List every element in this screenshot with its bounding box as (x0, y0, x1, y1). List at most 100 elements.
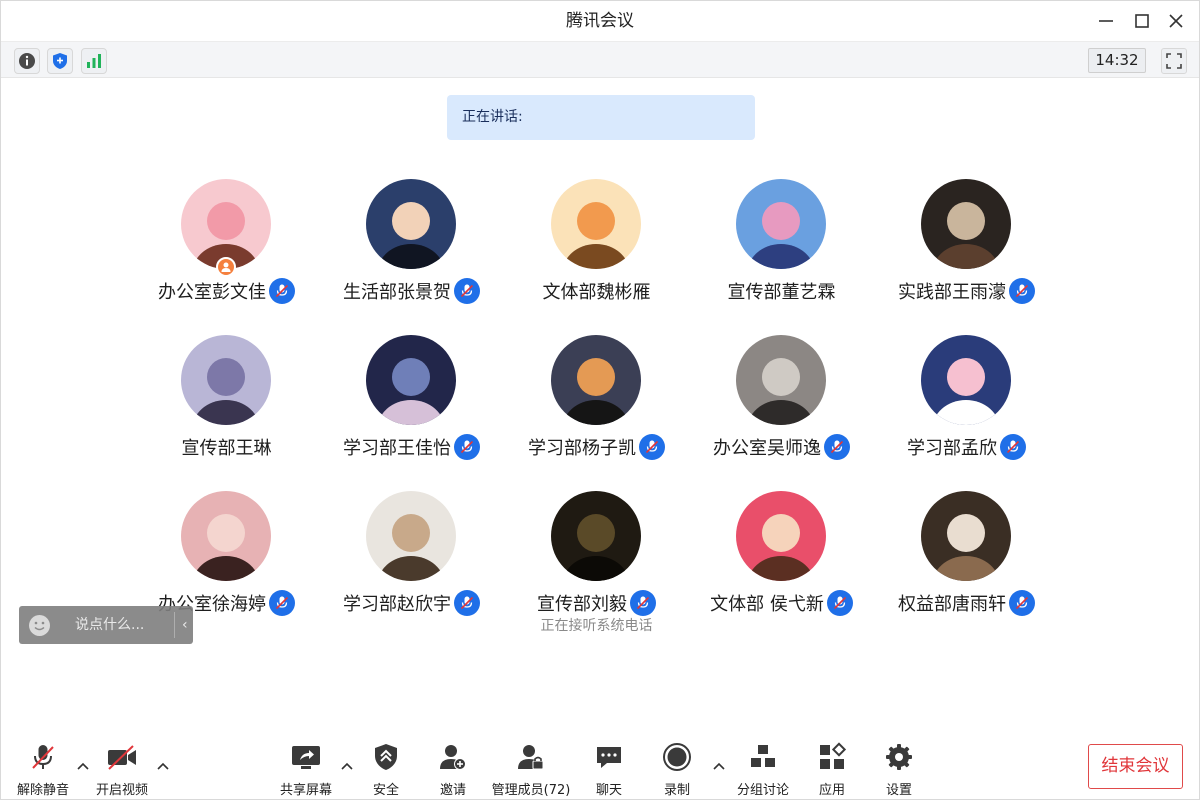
mic-muted-icon (630, 590, 656, 616)
mic-muted-icon (1000, 434, 1026, 460)
security-status-button[interactable] (47, 48, 73, 74)
participant-tile[interactable]: 办公室彭文佳 (134, 179, 319, 319)
participant-tile[interactable]: 生活部张景贺 (319, 179, 504, 319)
share-screen-icon (292, 746, 320, 769)
minimize-button[interactable] (1094, 9, 1118, 33)
avatar (366, 491, 456, 581)
record-options-chevron-icon[interactable] (712, 759, 726, 773)
avatar (921, 491, 1011, 581)
chat-placeholder: 说点什么... (75, 617, 145, 633)
breakout-rooms-icon (751, 745, 775, 767)
participant-name: 宣传部刘毅 (537, 594, 627, 615)
invite-label: 邀请 (439, 783, 466, 798)
participant-name-row: 办公室彭文佳 (134, 277, 319, 305)
mic-muted-icon (460, 440, 474, 454)
audio-options-chevron-icon[interactable] (76, 759, 90, 773)
mic-muted-icon (1015, 596, 1029, 610)
mic-muted-icon (1009, 590, 1035, 616)
participant-name: 办公室彭文佳 (158, 282, 266, 303)
meeting-info-button[interactable] (14, 48, 40, 74)
participant-tile[interactable]: 学习部王佳怡 (319, 335, 504, 475)
record-icon (663, 743, 691, 771)
chat-button[interactable]: 聊天 (584, 735, 634, 799)
participant-tile[interactable]: 办公室吴师逸 (689, 335, 874, 475)
mic-muted-icon (269, 590, 295, 616)
mic-muted-icon (645, 440, 659, 454)
signal-icon (87, 54, 101, 68)
maximize-button[interactable] (1130, 9, 1154, 33)
info-bar: 14:32 (1, 41, 1199, 78)
mic-muted-icon (824, 434, 850, 460)
participant-name: 办公室吴师逸 (713, 438, 821, 459)
participant-name-row: 办公室吴师逸 (689, 433, 874, 461)
manage-members-label: 管理成员(72) (491, 783, 571, 798)
participant-tile[interactable]: 文体部 侯弋新 (689, 491, 874, 631)
participant-name-row: 学习部杨子凯 (504, 433, 689, 461)
window-title: 腾讯会议 (566, 11, 634, 31)
meeting-clock: 14:32 (1088, 48, 1146, 73)
avatar (366, 335, 456, 425)
mic-muted-icon (826, 590, 853, 616)
mic-muted-icon (269, 278, 295, 304)
settings-button[interactable]: 设置 (874, 735, 924, 799)
maximize-icon (1135, 14, 1149, 28)
network-status-button[interactable] (81, 48, 107, 74)
invite-button[interactable]: 邀请 (428, 735, 478, 799)
start-video-label: 开启视频 (95, 783, 148, 798)
participant-name-row: 宣传部董艺霖 (689, 277, 874, 305)
participant-tile[interactable]: 实践部王雨濛 (874, 179, 1059, 319)
settings-label: 设置 (885, 783, 912, 798)
end-meeting-button[interactable]: 结束会议 (1088, 744, 1183, 789)
participant-name-row: 学习部王佳怡 (319, 433, 504, 461)
collapse-chevron-icon[interactable]: ‹ (182, 606, 188, 644)
mic-muted-icon (460, 284, 474, 298)
participant-tile[interactable]: 宣传部刘毅正在接听系统电话 (504, 491, 689, 634)
participant-name: 文体部 侯弋新 (710, 594, 824, 615)
record-button[interactable]: 录制 (652, 735, 702, 799)
close-icon (1169, 14, 1183, 28)
mic-muted-icon (32, 745, 54, 769)
participant-name: 学习部杨子凯 (528, 438, 636, 459)
speaking-banner: 正在讲话: (447, 95, 755, 140)
avatar (736, 491, 826, 581)
video-options-chevron-icon[interactable] (156, 759, 170, 773)
avatar (736, 335, 826, 425)
gear-icon (886, 744, 912, 770)
start-video-button[interactable]: 开启视频 (93, 735, 151, 799)
participant-name: 实践部王雨濛 (898, 282, 1006, 303)
close-button[interactable] (1164, 9, 1188, 33)
apps-label: 应用 (818, 783, 845, 798)
participant-status: 正在接听系统电话 (540, 618, 653, 634)
avatar (551, 335, 641, 425)
participant-tile[interactable]: 学习部杨子凯 (504, 335, 689, 475)
security-button[interactable]: 安全 (361, 735, 411, 799)
mic-muted-icon (460, 596, 474, 610)
participant-tile[interactable]: 宣传部董艺霖 (689, 179, 874, 319)
participant-tile[interactable]: 学习部赵欣宇 (319, 491, 504, 631)
mic-muted-icon (454, 590, 480, 616)
manage-members-button[interactable]: 管理成员(72) (489, 735, 573, 799)
fullscreen-button[interactable] (1161, 48, 1187, 74)
minimize-icon (1099, 20, 1113, 22)
participant-name-row: 学习部赵欣宇 (319, 589, 504, 617)
bottom-toolbar: 解除静音 开启视频 共享屏幕 安全 邀请 管理成员(72) 聊天 录制 分组讨论… (1, 735, 1199, 799)
emoji-icon[interactable] (29, 615, 50, 636)
participant-tile[interactable]: 文体部魏彬雁 (504, 179, 689, 319)
participant-tile[interactable]: 权益部唐雨轩 (874, 491, 1059, 631)
mic-muted-icon (639, 434, 665, 460)
participant-tile[interactable]: 学习部孟欣 (874, 335, 1059, 475)
share-options-chevron-icon[interactable] (340, 759, 354, 773)
chat-quick-input[interactable]: 说点什么... ‹ (19, 606, 193, 644)
participant-tile[interactable]: 宣传部王琳 (134, 335, 319, 475)
unmute-button[interactable]: 解除静音 (14, 735, 72, 799)
apps-button[interactable]: 应用 (807, 735, 857, 799)
avatar (736, 179, 826, 269)
participant-name-row: 文体部魏彬雁 (504, 277, 689, 305)
host-badge-icon (216, 257, 236, 277)
video-off-icon (108, 745, 136, 770)
breakout-rooms-button[interactable]: 分组讨论 (732, 735, 794, 799)
participant-name-row: 宣传部刘毅 (504, 589, 689, 617)
share-screen-button[interactable]: 共享屏幕 (277, 735, 335, 799)
members-icon (518, 745, 544, 770)
security-label: 安全 (372, 783, 399, 798)
